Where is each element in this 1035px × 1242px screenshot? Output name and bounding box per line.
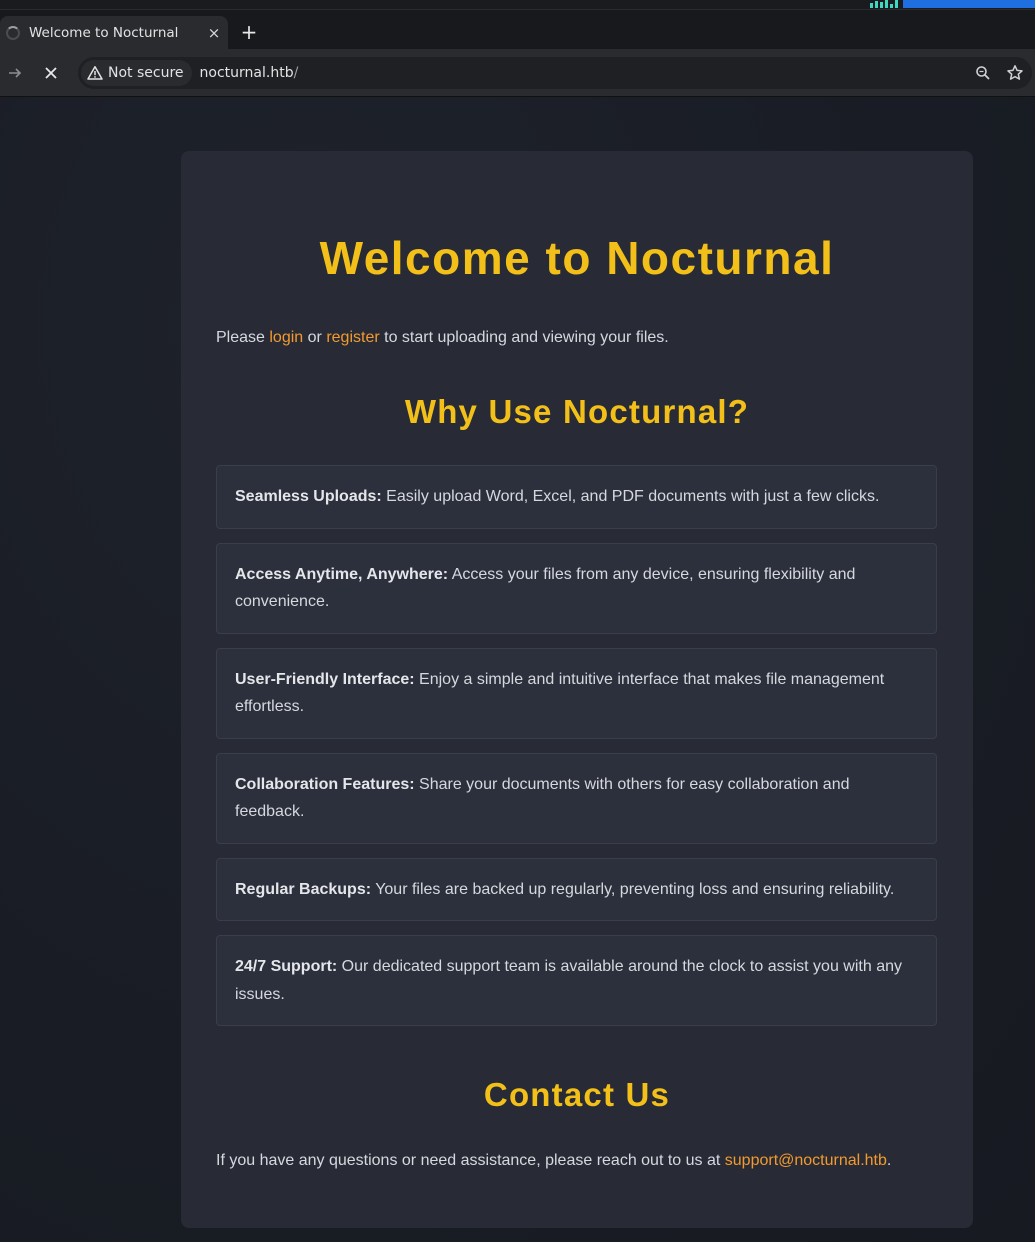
- browser-tab[interactable]: Welcome to Nocturnal ×: [0, 16, 228, 49]
- support-email-link[interactable]: support@nocturnal.htb: [725, 1152, 887, 1169]
- content-card: Welcome to Nocturnal Please login or reg…: [181, 151, 973, 1228]
- feature-item: User-Friendly Interface: Enjoy a simple …: [216, 647, 937, 739]
- feature-title: Access Anytime, Anywhere:: [235, 565, 449, 583]
- bookmark-button[interactable]: [1004, 61, 1026, 85]
- feature-item: 24/7 Support: Our dedicated support team…: [216, 935, 937, 1026]
- arrow-right-icon: [9, 68, 22, 78]
- star-icon: [1007, 65, 1023, 80]
- feature-item: Seamless Uploads: Easily upload Word, Ex…: [216, 465, 937, 529]
- feature-item: Collaboration Features: Share your docum…: [216, 752, 937, 844]
- stop-loading-button[interactable]: [39, 61, 63, 85]
- feature-item: Access Anytime, Anywhere: Access your fi…: [216, 542, 937, 634]
- feature-title: 24/7 Support:: [235, 958, 338, 975]
- feature-title: Seamless Uploads:: [235, 488, 382, 505]
- features-list: Seamless Uploads: Easily upload Word, Ex…: [216, 465, 937, 1040]
- feature-item: Regular Backups: Your files are backed u…: [216, 857, 937, 921]
- tab-strip: Welcome to Nocturnal × +: [0, 10, 1035, 49]
- page-viewport: Welcome to Nocturnal Please login or reg…: [0, 97, 1035, 1242]
- zoom-magnifier-icon: [976, 66, 990, 80]
- intro-text: Please login or register to start upload…: [216, 329, 669, 346]
- warning-triangle-icon: [87, 66, 103, 80]
- register-link[interactable]: register: [326, 329, 379, 346]
- security-label: Not secure: [108, 65, 184, 81]
- new-tab-button[interactable]: +: [238, 22, 260, 44]
- browser-toolbar: Not secure nocturnal.htb/: [0, 49, 1035, 97]
- feature-text: Your files are backed up regularly, prev…: [371, 880, 895, 898]
- contact-text: If you have any questions or need assist…: [216, 1152, 892, 1169]
- page-title: Welcome to Nocturnal: [319, 232, 835, 284]
- address-bar[interactable]: Not secure nocturnal.htb/: [78, 57, 1032, 89]
- loading-spinner-icon: [6, 25, 20, 40]
- forward-button[interactable]: [3, 61, 27, 85]
- os-top-panel: [0, 0, 1035, 10]
- close-icon: [45, 67, 57, 79]
- url-path: /: [293, 65, 299, 81]
- feature-title: Regular Backups:: [235, 880, 372, 898]
- feature-title: User-Friendly Interface:: [235, 670, 415, 688]
- tab-title: Welcome to Nocturnal: [29, 24, 179, 41]
- security-indicator[interactable]: Not secure: [81, 60, 192, 86]
- why-heading: Why Use Nocturnal?: [404, 393, 750, 430]
- system-monitor-widget: [870, 0, 1035, 8]
- tab-close-icon[interactable]: ×: [204, 23, 224, 43]
- url-text: nocturnal.htb/: [200, 65, 299, 81]
- feature-text: Easily upload Word, Excel, and PDF docum…: [381, 488, 880, 505]
- url-host: nocturnal.htb: [199, 65, 294, 81]
- feature-title: Collaboration Features:: [235, 775, 415, 793]
- zoom-button[interactable]: [972, 61, 994, 85]
- login-link[interactable]: login: [269, 329, 303, 346]
- contact-heading: Contact Us: [483, 1076, 671, 1113]
